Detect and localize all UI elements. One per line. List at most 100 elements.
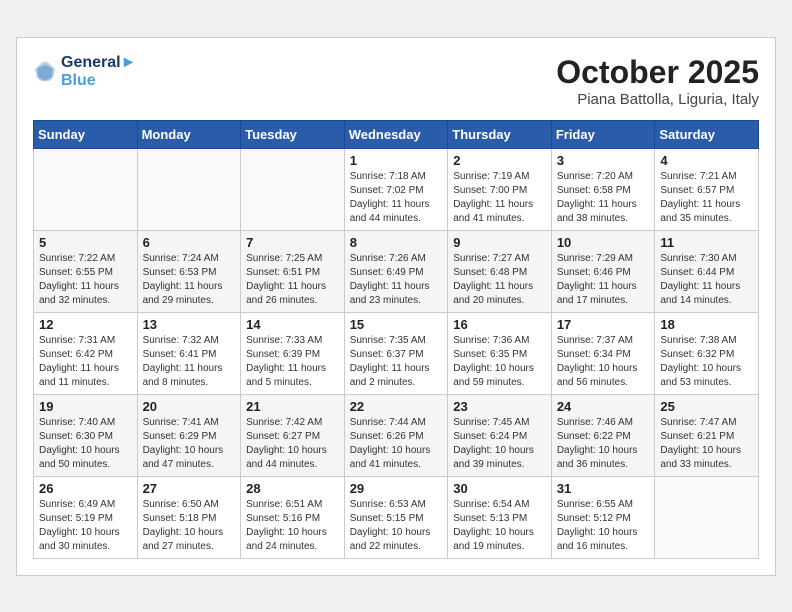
calendar-cell: 21 Sunrise: 7:42 AM Sunset: 6:27 PM Dayli…: [241, 394, 345, 476]
day-number: 11: [660, 235, 753, 250]
day-info: Sunrise: 7:41 AM Sunset: 6:29 PM Dayligh…: [143, 416, 236, 472]
day-number: 19: [39, 399, 132, 414]
calendar-cell: 27Sunrise: 6:50 AM Sunset: 5:18 PM Dayli…: [137, 476, 241, 558]
calendar-cell: 10 Sunrise: 7:29 AM Sunset: 6:46 PM Dayli…: [551, 230, 655, 312]
day-info: Sunrise: 7:21 AM Sunset: 6:57 PM Dayligh…: [660, 170, 753, 226]
day-number: 27: [143, 481, 236, 496]
weekday-header-friday: Friday: [551, 120, 655, 148]
day-info: Sunrise: 7:47 AM Sunset: 6:21 PM Dayligh…: [660, 416, 753, 472]
calendar-cell: 17 Sunrise: 7:37 AM Sunset: 6:34 PM Dayli…: [551, 312, 655, 394]
weekday-header-monday: Monday: [137, 120, 241, 148]
day-number: 18: [660, 317, 753, 332]
day-number: 3: [557, 153, 650, 168]
day-number: 10: [557, 235, 650, 250]
calendar-cell: [241, 148, 345, 230]
day-number: 8: [350, 235, 443, 250]
day-info: Sunrise: 7:27 AM Sunset: 6:48 PM Dayligh…: [453, 252, 546, 308]
day-info: Sunrise: 7:37 AM Sunset: 6:34 PM Dayligh…: [557, 334, 650, 390]
week-row-3: 12Sunrise: 7:31 AM Sunset: 6:42 PM Dayli…: [34, 312, 759, 394]
calendar-cell: 23 Sunrise: 7:45 AM Sunset: 6:24 PM Dayli…: [448, 394, 552, 476]
calendar-cell: 7 Sunrise: 7:25 AM Sunset: 6:51 PM Daylig…: [241, 230, 345, 312]
day-number: 9: [453, 235, 546, 250]
day-info: Sunrise: 7:40 AM Sunset: 6:30 PM Dayligh…: [39, 416, 132, 472]
weekday-header-saturday: Saturday: [655, 120, 759, 148]
calendar-cell: 4 Sunrise: 7:21 AM Sunset: 6:57 PM Daylig…: [655, 148, 759, 230]
calendar-cell: 29 Sunrise: 6:53 AM Sunset: 5:15 PM Dayli…: [344, 476, 448, 558]
calendar-cell: 19 Sunrise: 7:40 AM Sunset: 6:30 PM Dayli…: [34, 394, 138, 476]
calendar-grid: SundayMondayTuesdayWednesdayThursdayFrid…: [33, 120, 759, 559]
calendar-cell: 13 Sunrise: 7:32 AM Sunset: 6:41 PM Dayli…: [137, 312, 241, 394]
day-info: Sunrise: 7:32 AM Sunset: 6:41 PM Dayligh…: [143, 334, 236, 390]
day-info: Sunrise: 7:45 AM Sunset: 6:24 PM Dayligh…: [453, 416, 546, 472]
day-info: Sunrise: 7:20 AM Sunset: 6:58 PM Dayligh…: [557, 170, 650, 226]
calendar-cell: [34, 148, 138, 230]
day-info: Sunrise: 7:35 AM Sunset: 6:37 PM Dayligh…: [350, 334, 443, 390]
calendar-cell: 8 Sunrise: 7:26 AM Sunset: 6:49 PM Daylig…: [344, 230, 448, 312]
calendar-cell: [655, 476, 759, 558]
day-number: 7: [246, 235, 339, 250]
month-title: October 2025: [556, 54, 759, 91]
day-number: 6: [143, 235, 236, 250]
calendar-cell: 20 Sunrise: 7:41 AM Sunset: 6:29 PM Dayli…: [137, 394, 241, 476]
location-subtitle: Piana Battolla, Liguria, Italy: [556, 91, 759, 108]
day-info: Sunrise: 7:33 AM Sunset: 6:39 PM Dayligh…: [246, 334, 339, 390]
day-number: 20: [143, 399, 236, 414]
calendar-cell: 18 Sunrise: 7:38 AM Sunset: 6:32 PM Dayli…: [655, 312, 759, 394]
day-number: 16: [453, 317, 546, 332]
day-info: Sunrise: 6:49 AM Sunset: 5:19 PM Dayligh…: [39, 498, 132, 554]
calendar-cell: 2 Sunrise: 7:19 AM Sunset: 7:00 PM Daylig…: [448, 148, 552, 230]
logo-text: General► Blue: [61, 54, 136, 90]
logo: General► Blue: [33, 54, 136, 90]
day-number: 26: [39, 481, 132, 496]
calendar-header: General► Blue October 2025 Piana Battoll…: [33, 54, 759, 108]
day-info: Sunrise: 6:53 AM Sunset: 5:15 PM Dayligh…: [350, 498, 443, 554]
calendar-cell: 6 Sunrise: 7:24 AM Sunset: 6:53 PM Daylig…: [137, 230, 241, 312]
day-info: Sunrise: 7:24 AM Sunset: 6:53 PM Dayligh…: [143, 252, 236, 308]
day-number: 25: [660, 399, 753, 414]
day-number: 14: [246, 317, 339, 332]
day-number: 21: [246, 399, 339, 414]
calendar-cell: 31Sunrise: 6:55 AM Sunset: 5:12 PM Dayli…: [551, 476, 655, 558]
week-row-1: 1Sunrise: 7:18 AM Sunset: 7:02 PM Daylig…: [34, 148, 759, 230]
day-number: 4: [660, 153, 753, 168]
weekday-header-thursday: Thursday: [448, 120, 552, 148]
day-number: 30: [453, 481, 546, 496]
calendar-cell: 1Sunrise: 7:18 AM Sunset: 7:02 PM Daylig…: [344, 148, 448, 230]
day-number: 28: [246, 481, 339, 496]
day-info: Sunrise: 7:19 AM Sunset: 7:00 PM Dayligh…: [453, 170, 546, 226]
day-number: 17: [557, 317, 650, 332]
calendar-cell: 24Sunrise: 7:46 AM Sunset: 6:22 PM Dayli…: [551, 394, 655, 476]
logo-icon: [33, 60, 57, 84]
day-info: Sunrise: 7:42 AM Sunset: 6:27 PM Dayligh…: [246, 416, 339, 472]
day-info: Sunrise: 7:18 AM Sunset: 7:02 PM Dayligh…: [350, 170, 443, 226]
day-number: 13: [143, 317, 236, 332]
calendar-cell: 11Sunrise: 7:30 AM Sunset: 6:44 PM Dayli…: [655, 230, 759, 312]
calendar-cell: [137, 148, 241, 230]
day-number: 23: [453, 399, 546, 414]
calendar-cell: 25 Sunrise: 7:47 AM Sunset: 6:21 PM Dayli…: [655, 394, 759, 476]
day-info: Sunrise: 7:25 AM Sunset: 6:51 PM Dayligh…: [246, 252, 339, 308]
calendar-cell: 15Sunrise: 7:35 AM Sunset: 6:37 PM Dayli…: [344, 312, 448, 394]
calendar-container: General► Blue October 2025 Piana Battoll…: [16, 37, 776, 576]
calendar-cell: 3 Sunrise: 7:20 AM Sunset: 6:58 PM Daylig…: [551, 148, 655, 230]
calendar-cell: 22Sunrise: 7:44 AM Sunset: 6:26 PM Dayli…: [344, 394, 448, 476]
weekday-header-row: SundayMondayTuesdayWednesdayThursdayFrid…: [34, 120, 759, 148]
week-row-2: 5Sunrise: 7:22 AM Sunset: 6:55 PM Daylig…: [34, 230, 759, 312]
weekday-header-sunday: Sunday: [34, 120, 138, 148]
weekday-header-wednesday: Wednesday: [344, 120, 448, 148]
title-block: October 2025 Piana Battolla, Liguria, It…: [556, 54, 759, 108]
weekday-header-tuesday: Tuesday: [241, 120, 345, 148]
day-number: 29: [350, 481, 443, 496]
day-info: Sunrise: 7:46 AM Sunset: 6:22 PM Dayligh…: [557, 416, 650, 472]
day-number: 5: [39, 235, 132, 250]
calendar-cell: 28Sunrise: 6:51 AM Sunset: 5:16 PM Dayli…: [241, 476, 345, 558]
calendar-cell: 5Sunrise: 7:22 AM Sunset: 6:55 PM Daylig…: [34, 230, 138, 312]
day-number: 12: [39, 317, 132, 332]
day-info: Sunrise: 6:55 AM Sunset: 5:12 PM Dayligh…: [557, 498, 650, 554]
calendar-cell: 14 Sunrise: 7:33 AM Sunset: 6:39 PM Dayli…: [241, 312, 345, 394]
calendar-cell: 26 Sunrise: 6:49 AM Sunset: 5:19 PM Dayli…: [34, 476, 138, 558]
day-info: Sunrise: 7:26 AM Sunset: 6:49 PM Dayligh…: [350, 252, 443, 308]
day-info: Sunrise: 7:38 AM Sunset: 6:32 PM Dayligh…: [660, 334, 753, 390]
day-info: Sunrise: 7:29 AM Sunset: 6:46 PM Dayligh…: [557, 252, 650, 308]
day-number: 2: [453, 153, 546, 168]
